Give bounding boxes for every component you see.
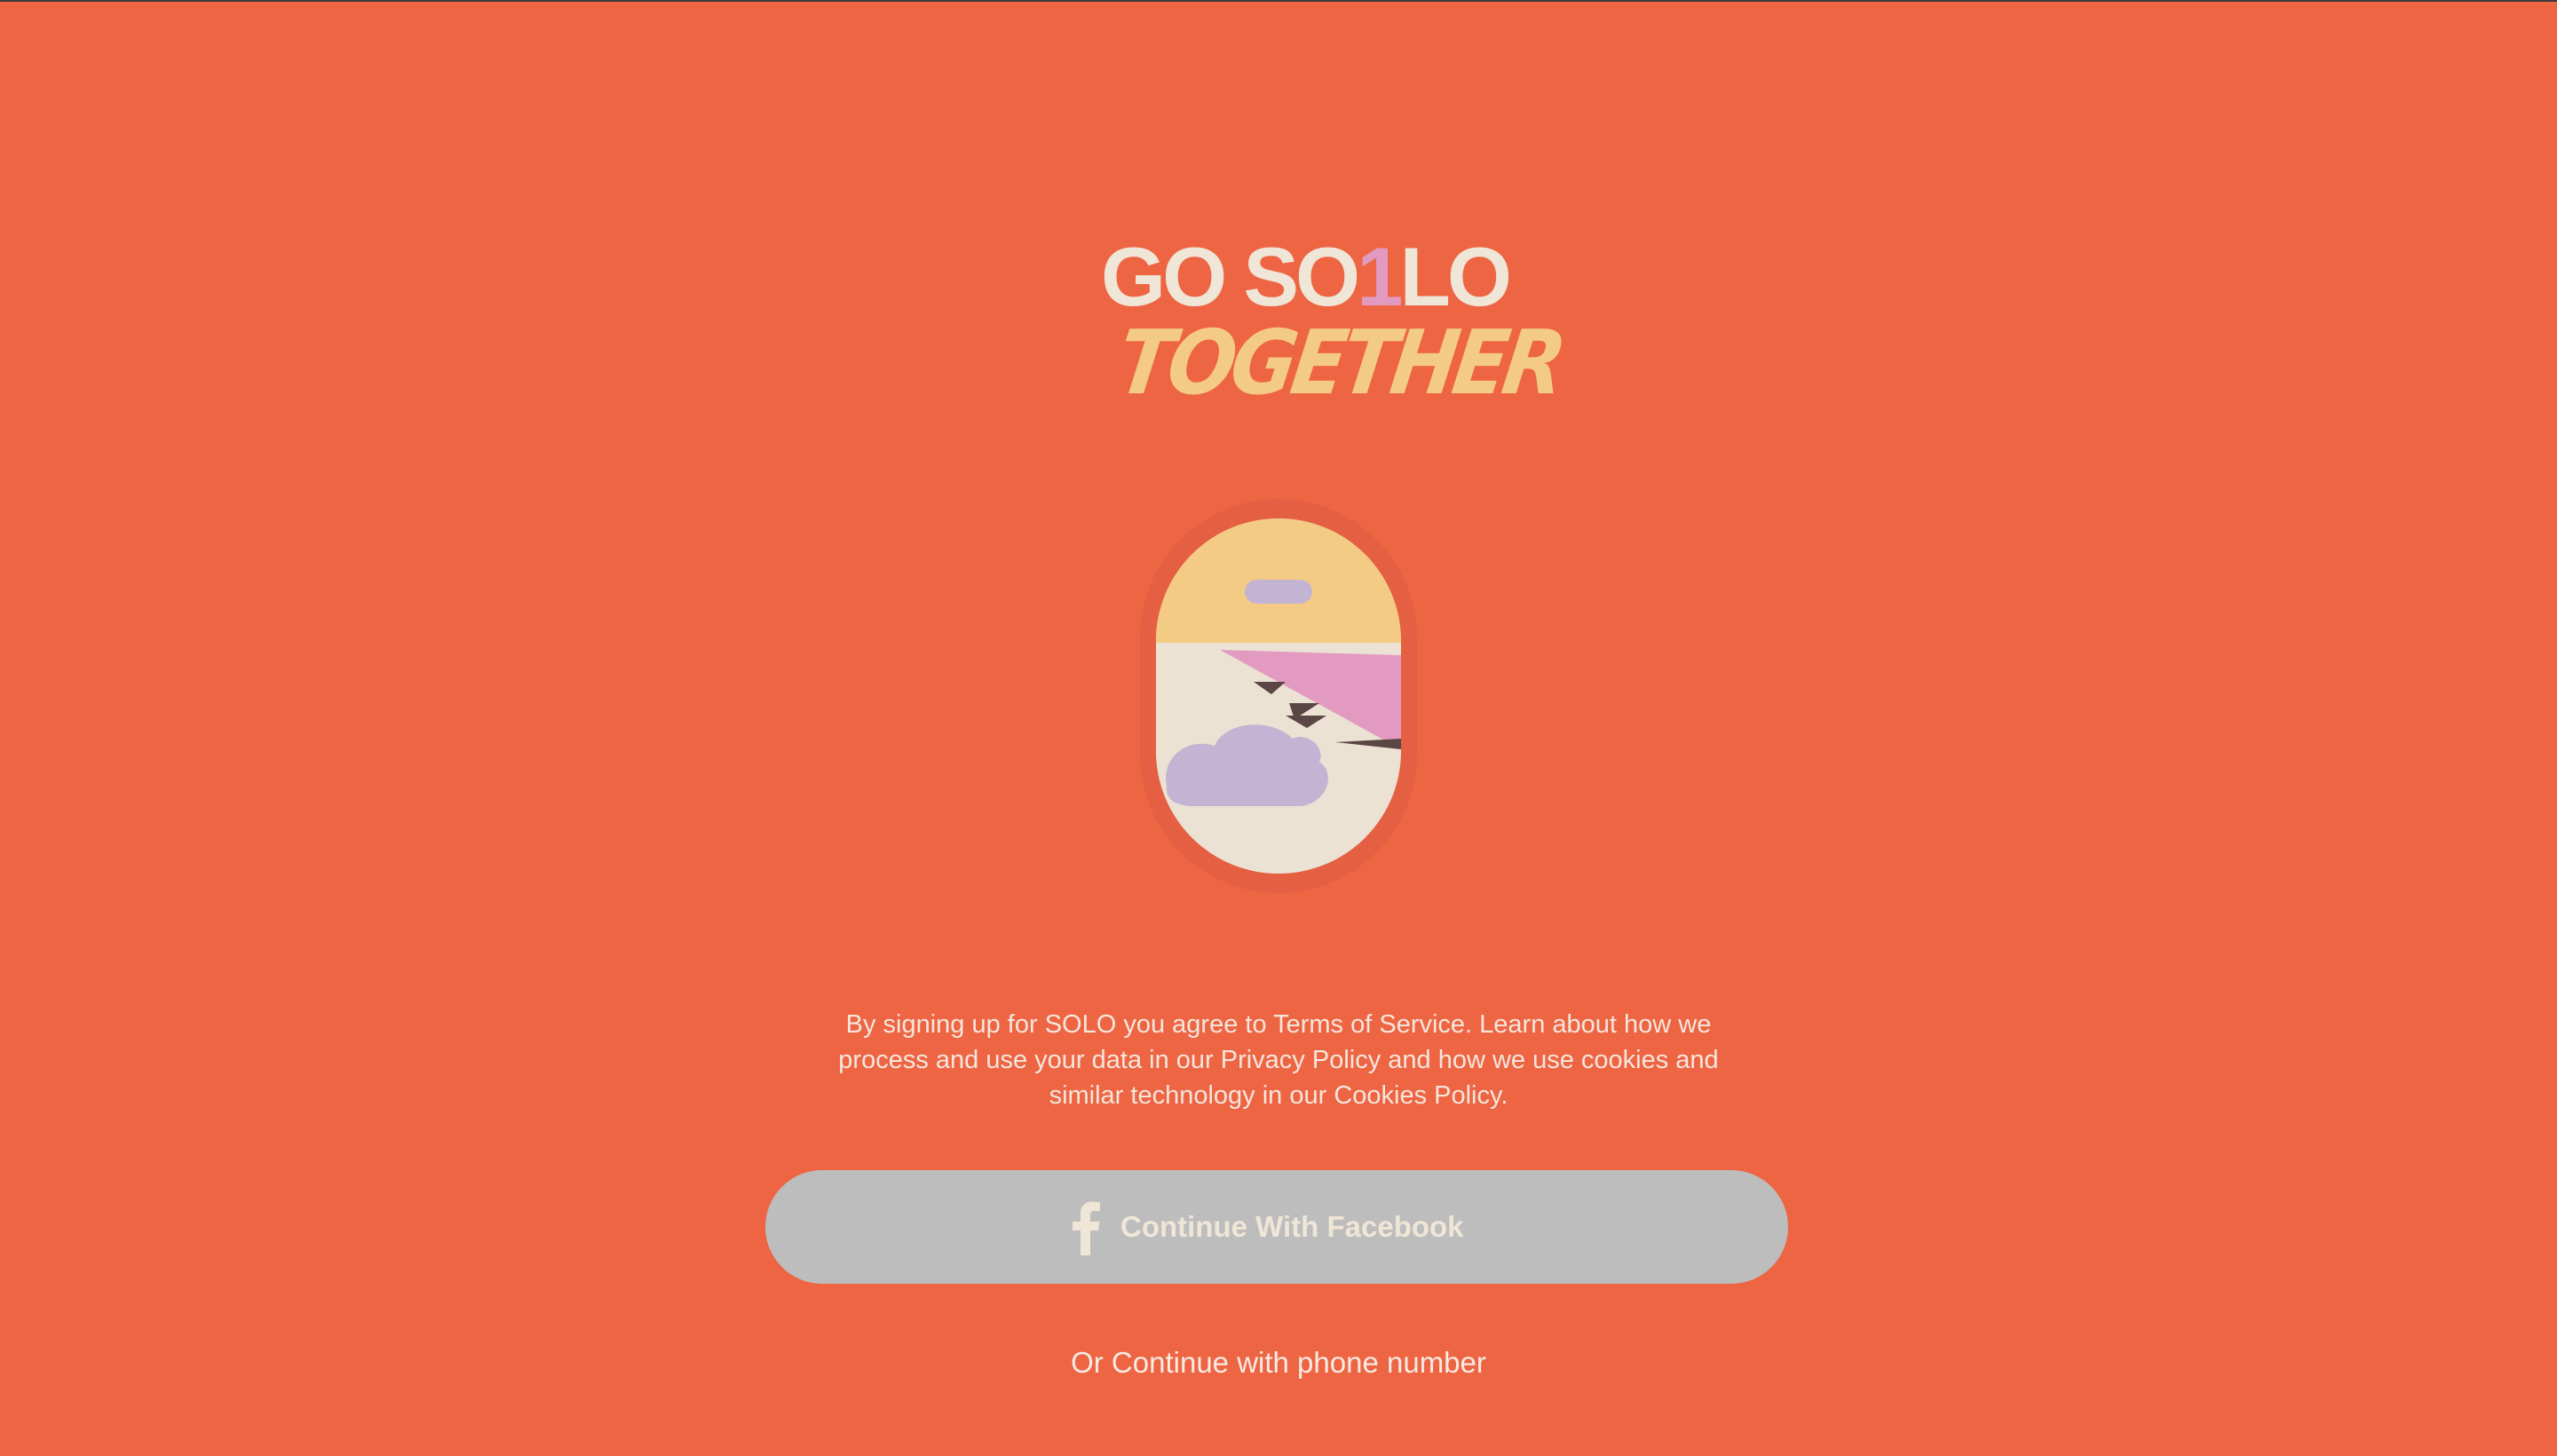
continue-with-facebook-button[interactable]: Continue With Facebook: [765, 1170, 1788, 1284]
logo-title-end: LO: [1399, 230, 1512, 323]
airplane-window-icon: [1129, 497, 1428, 897]
legal-disclaimer: By signing up for SOLO you agree to Term…: [838, 1010, 1719, 1110]
app-logo: GO SO1LO TOGETHER: [1101, 230, 1568, 419]
continue-with-facebook-label: Continue With Facebook: [1120, 1210, 1464, 1243]
logo-subtitle: TOGETHER: [1111, 311, 1568, 415]
continue-with-phone-link[interactable]: Or Continue with phone number: [923, 1341, 1634, 1385]
logo-title: GO SO1LO: [1101, 230, 1512, 323]
logo-title-accent: 1: [1357, 230, 1403, 323]
top-border: [0, 0, 2557, 2]
facebook-icon: [1067, 1199, 1103, 1255]
logo-title-start: GO SO: [1101, 230, 1360, 323]
